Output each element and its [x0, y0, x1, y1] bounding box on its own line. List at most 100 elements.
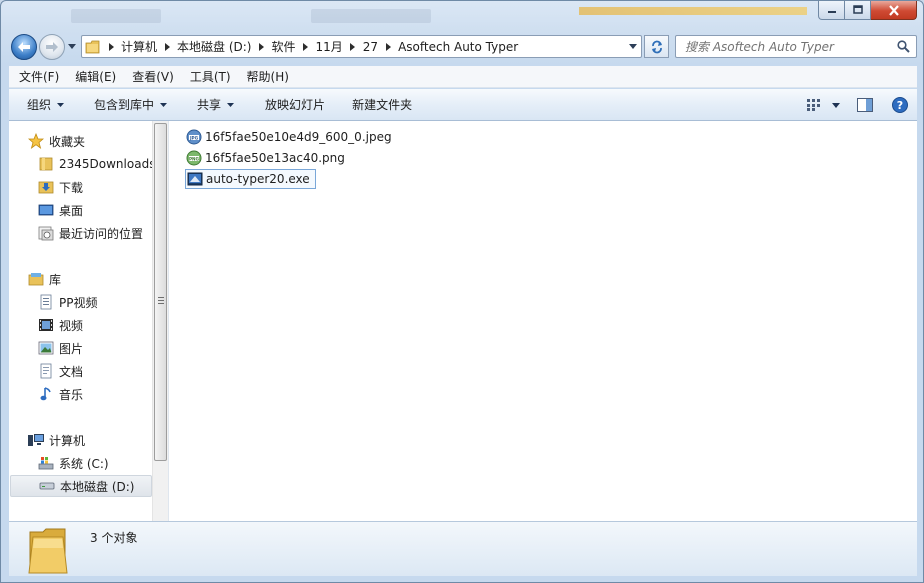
menu-tools[interactable]: 工具(T): [182, 68, 239, 85]
close-icon: [888, 4, 899, 16]
chevron-down-icon: [57, 102, 65, 107]
share-label: 共享: [197, 98, 222, 112]
sidebar-item-music[interactable]: 音乐: [37, 383, 83, 405]
sidebar-item-label: 文档: [59, 364, 84, 379]
help-icon: ?: [892, 97, 908, 113]
sidebar-libraries-label: 库: [49, 272, 62, 287]
include-in-library-label: 包含到库中: [94, 98, 155, 112]
file-item[interactable]: JPG 16f5fae50e10e4d9_600_0.jpeg: [185, 127, 397, 147]
star-icon: [27, 133, 45, 149]
chevron-right-icon[interactable]: [299, 42, 313, 51]
sidebar-item-desktop[interactable]: 桌面: [37, 199, 83, 221]
music-icon: [37, 386, 55, 402]
navigation-pane: 收藏夹 2345Downloads 下载 桌面 最近访问的位置 库 PP视频 视…: [9, 121, 152, 521]
address-bar[interactable]: 计算机 本地磁盘 (D:) 软件 11月 27 Asoftech Auto Ty…: [81, 35, 642, 58]
menu-edit[interactable]: 编辑(E): [67, 68, 124, 85]
file-item[interactable]: auto-typer20.exe: [185, 169, 316, 189]
details-pane: 3 个对象: [9, 521, 917, 576]
desktop-icon: [37, 202, 55, 218]
menu-file[interactable]: 文件(F): [11, 68, 67, 85]
chevron-right-icon[interactable]: [160, 42, 174, 51]
svg-text:PNG: PNG: [189, 156, 200, 161]
address-history-dropdown[interactable]: [625, 36, 641, 57]
sidebar-item-documents[interactable]: 文档: [37, 360, 83, 382]
sidebar-scrollbar[interactable]: [152, 121, 168, 521]
forward-button[interactable]: [39, 34, 65, 60]
recent-pages-dropdown[interactable]: [67, 41, 77, 51]
scrollbar-thumb[interactable]: [154, 123, 167, 461]
menu-view[interactable]: 查看(V): [124, 68, 182, 85]
arrow-right-icon: [46, 42, 58, 52]
sidebar-item-pp-video[interactable]: PP视频: [37, 291, 97, 313]
sidebar-item-system-c[interactable]: 系统 (C:): [37, 452, 109, 474]
view-list-icon: [807, 99, 820, 111]
search-box[interactable]: [675, 35, 917, 58]
breadcrumb-root[interactable]: [104, 36, 118, 57]
breadcrumb-label: 11月: [315, 40, 343, 54]
sidebar-item-label: 音乐: [59, 387, 84, 402]
preview-pane-icon: [857, 98, 873, 112]
preview-pane-button[interactable]: [847, 89, 883, 121]
search-input[interactable]: [685, 39, 890, 54]
new-folder-button[interactable]: 新建文件夹: [336, 89, 423, 120]
chevron-down-icon: [68, 43, 76, 49]
pictures-icon: [37, 340, 55, 356]
sidebar-libraries-header[interactable]: 库: [27, 268, 61, 290]
jpeg-file-icon: JPG: [185, 129, 203, 145]
chevron-down-icon: [832, 102, 840, 108]
breadcrumb-drive-d[interactable]: 本地磁盘 (D:): [174, 36, 268, 57]
breadcrumb-current-folder[interactable]: Asoftech Auto Typer: [395, 36, 521, 57]
file-item[interactable]: PNG 16f5fae50e13ac40.png: [185, 148, 350, 168]
sidebar-favorites-header[interactable]: 收藏夹: [27, 130, 85, 152]
sidebar-item-label: 2345Downloads: [59, 157, 152, 171]
sidebar-item-pictures[interactable]: 图片: [37, 337, 83, 359]
close-button[interactable]: [871, 1, 917, 20]
include-in-library-button[interactable]: 包含到库中: [75, 89, 178, 120]
menu-bar: 文件(F) 编辑(E) 查看(V) 工具(T) 帮助(H): [9, 66, 917, 88]
breadcrumb-computer[interactable]: 计算机: [118, 36, 174, 57]
maximize-button[interactable]: [845, 1, 871, 20]
change-view-button[interactable]: [803, 89, 825, 121]
breadcrumb-software[interactable]: 软件: [268, 36, 312, 57]
command-bar: 组织 包含到库中 共享 放映幻灯片 新建文件夹 ?: [9, 89, 917, 121]
sidebar-item-label: 最近访问的位置: [59, 226, 144, 241]
library-doc-icon: [37, 294, 55, 310]
menu-help[interactable]: 帮助(H): [239, 68, 297, 85]
chevron-down-icon: [629, 44, 637, 49]
breadcrumb-label: 计算机: [121, 40, 158, 54]
file-name: 16f5fae50e10e4d9_600_0.jpeg: [205, 130, 392, 144]
sidebar-item-downloads[interactable]: 下载: [37, 176, 83, 198]
scroll-grip-line: [158, 297, 164, 298]
folder-icon: [28, 528, 68, 574]
sidebar-item-videos[interactable]: 视频: [37, 314, 83, 336]
chevron-right-icon[interactable]: [381, 42, 395, 51]
sidebar-computer-header[interactable]: 计算机: [27, 429, 85, 451]
slideshow-button[interactable]: 放映幻灯片: [245, 89, 336, 120]
sidebar-item-drive-d[interactable]: 本地磁盘 (D:): [10, 475, 152, 497]
refresh-button[interactable]: [644, 35, 669, 58]
view-options-dropdown[interactable]: [825, 89, 847, 121]
help-button[interactable]: ?: [883, 89, 917, 121]
computer-icon: [27, 432, 45, 448]
chevron-right-icon[interactable]: [254, 42, 268, 51]
scroll-grip-line: [158, 303, 164, 304]
title-bar-background: [311, 9, 431, 23]
chevron-right-icon[interactable]: [346, 42, 360, 51]
breadcrumb-27[interactable]: 27: [360, 36, 395, 57]
search-icon[interactable]: [897, 40, 910, 53]
sidebar-item-label: 下载: [59, 180, 84, 195]
download-folder-icon: [37, 179, 55, 195]
organize-button[interactable]: 组织: [9, 89, 75, 120]
minimize-button[interactable]: [818, 1, 845, 20]
breadcrumb-november[interactable]: 11月: [313, 36, 360, 57]
share-button[interactable]: 共享: [178, 89, 245, 120]
sidebar-item-2345downloads[interactable]: 2345Downloads: [37, 153, 152, 175]
sidebar-item-label: 桌面: [59, 203, 84, 218]
file-name: auto-typer20.exe: [206, 172, 310, 186]
breadcrumb-label: 软件: [271, 40, 296, 54]
file-list[interactable]: JPG 16f5fae50e10e4d9_600_0.jpeg PNG 16f5…: [169, 121, 917, 521]
sidebar-item-label: 图片: [59, 341, 84, 356]
folder-icon: [82, 36, 104, 57]
back-button[interactable]: [11, 34, 37, 60]
sidebar-item-recent-places[interactable]: 最近访问的位置: [37, 222, 143, 244]
